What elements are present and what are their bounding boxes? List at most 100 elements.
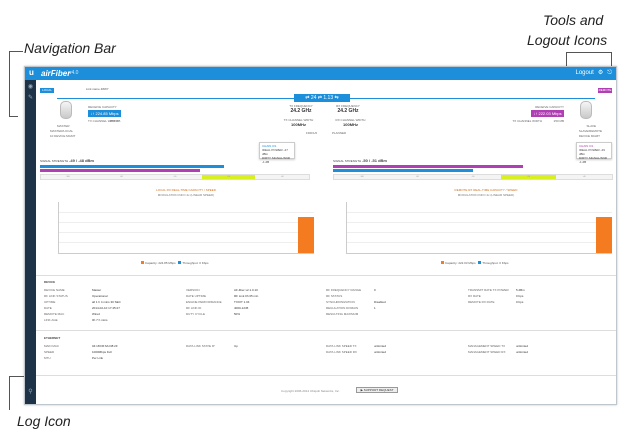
remote-signal-bar-1	[333, 165, 523, 168]
ethernet-field-label: DATA LINK SPEED TX	[326, 344, 357, 348]
ethernet-field-label: MAIN MAC	[44, 344, 59, 348]
remote-tx-label: TX CHANNEL WIDTH	[512, 119, 542, 123]
device-field: DUTY CYCLE 50%	[186, 312, 240, 316]
device-field-label: UPTIME	[44, 300, 56, 304]
device-field-value: Disabled	[374, 300, 386, 304]
ethernet-field: MTU Per Link	[44, 356, 103, 360]
ubiquiti-logo-icon[interactable]: u	[29, 69, 36, 77]
device-field-label: RX RATE	[468, 294, 481, 298]
logout-link[interactable]: Logout	[576, 69, 594, 77]
ethernet-field-value: unlimited	[374, 344, 387, 348]
tools-leader	[566, 52, 567, 66]
device-field: LINK AGE 0h 7 h mins	[44, 318, 108, 322]
device-field-label: DATE UPTIME	[186, 294, 206, 298]
tx-width: TX CHANNEL WIDTH 100MHz	[276, 118, 321, 127]
device-field: REMOTE RX RATE 0 bps	[468, 300, 523, 304]
firmware-version: v4.0	[69, 70, 79, 76]
popup-line: DIRTY SIGNAL/SNR -1 dB	[262, 156, 290, 164]
top-bar: u airFiber v4.0 Logout ⚙ ⎋	[25, 67, 616, 80]
remote-capacity-bar	[596, 217, 612, 253]
ethernet-field: DATA LINK STATE IP Up	[186, 344, 238, 348]
local-signal-label: SIGNAL STRENGTH	[40, 159, 69, 163]
settings-icon[interactable]: ✎	[27, 95, 34, 102]
device-field-value: 0	[374, 288, 376, 292]
scale-tick: -50	[201, 175, 256, 179]
device-field-value: 2014-02-10 17:45:27	[92, 306, 120, 310]
device-field: REMOTE MAC Wired	[44, 312, 100, 316]
device-field: ENGINE PERFORMANCE TX/OT 1.04	[186, 300, 249, 304]
ethernet-field-value: unlimited	[516, 350, 529, 354]
popup-line: IDEAL POWER -49 dBm	[579, 148, 605, 156]
remote-signal-bar-2	[333, 169, 473, 172]
device-field-label: REMOTE RX RATE	[468, 300, 495, 304]
legend-capacity: Capacity: 224.85 Mbps	[145, 261, 176, 265]
callout-tools-line2: Logout Icons	[527, 32, 608, 48]
local-capacity-value: ↓↑ 224.85 Mbps	[88, 110, 121, 117]
device-field: RF FREQUENCY RANGE 0	[326, 288, 376, 292]
device-field: REGULATION DOMAIN 1	[326, 306, 376, 310]
tools-leader-r	[611, 52, 612, 66]
local-ip-label: 10 DEVICE MGMT	[50, 134, 76, 138]
log-icon-leader	[9, 376, 10, 410]
local-tag: LOCAL	[40, 88, 54, 93]
device-field-value: Master	[92, 288, 102, 292]
remote-signal-popup: CHAIN 0/1 IDEAL POWER -49 dBm DIRTY SIGN…	[576, 142, 612, 164]
tools-icon[interactable]: ⚙	[598, 69, 603, 77]
scale-tick: -100	[359, 176, 364, 178]
ethernet-field-value: unlimited	[516, 344, 529, 348]
ethernet-field-value: 1000Mbps Full	[92, 350, 112, 354]
local-signal-popup: CHAIN 0/1 IDEAL POWER -47 dBm DIRTY SIGN…	[259, 142, 295, 164]
remote-mode: SLAVE	[586, 124, 596, 128]
ethernet-field-label: MANAGEMENT SPEED RX	[468, 350, 506, 354]
legend-throughput: Throughput: 0 Kbps	[182, 261, 209, 265]
scale-tick: -80	[415, 176, 419, 178]
rx-frequency-value: 24.2 GHz	[337, 108, 359, 114]
local-capacity-label: RECEIVE CAPACITY	[88, 105, 117, 109]
rx-width-value: 100MHz	[343, 122, 358, 127]
scale-tick: -60	[173, 176, 177, 178]
device-field-label: SYNCHRONIZATION	[326, 300, 355, 304]
device-field: UPTIME all 1 h 4 mins 30 SEC	[44, 300, 121, 304]
logout-icon[interactable]: ⎋	[607, 69, 612, 77]
tx-frequency-value: 24.2 GHz	[290, 108, 312, 114]
device-field-label: RF STATUS	[326, 294, 343, 298]
device-section-title: DEVICE	[44, 280, 56, 284]
device-field-label: DUTY CYCLE	[186, 312, 205, 316]
remote-ip-label: DEVICE MGMT	[578, 134, 600, 138]
device-field-label: RESULTING MAXIMUM	[326, 312, 359, 316]
tools-leader-h	[566, 52, 612, 53]
ethernet-field-value: unlimited	[374, 350, 387, 354]
log-icon[interactable]: ⚲	[27, 389, 34, 396]
support-request-button[interactable]: ▶ SUPPORT REQUEST	[356, 387, 398, 393]
device-field: VERSION AF-fiber v2.1.0.10	[186, 288, 258, 292]
divider	[36, 375, 616, 376]
local-signal-bar-2	[40, 169, 200, 172]
ethernet-field-label: SPEED	[44, 350, 55, 354]
device-field-label: ENGINE PERFORMANCE	[186, 300, 222, 304]
scale-tick: -40	[280, 176, 284, 178]
device-field: RX RATE 0 bps	[468, 294, 523, 298]
scale-tick: -100	[65, 176, 70, 178]
ethernet-field-value: Up	[234, 344, 238, 348]
device-field-value: Operational	[92, 294, 108, 298]
device-field: RF LINK STATUS Operational	[44, 294, 108, 298]
remote-tx-value: 250 MB	[553, 119, 564, 123]
duplex-label: FDD/1/0	[306, 131, 318, 135]
device-field-label: VERSION	[186, 288, 200, 292]
device-field: SYNCHRONIZATION Disabled	[326, 300, 386, 304]
dashboard-icon[interactable]: ◉	[27, 84, 34, 91]
device-field: RF LINK ID 4000-1245	[186, 306, 248, 310]
device-field-value: 1	[374, 306, 376, 310]
local-mode: MASTER	[57, 124, 70, 128]
legend-throughput: Throughput: 0 Kbps	[482, 261, 509, 265]
device-field-value: AF-fiber v2.1.0.10	[234, 288, 258, 292]
ethernet-field: MANAGEMENT SPEED RX unlimited	[468, 350, 528, 354]
device-field: DATE 2014-02-10 17:45:27	[44, 306, 120, 310]
remote-chart-subtitle: MODULATION INFO 4x (LINEAR SPEED)	[457, 193, 515, 197]
remote-signal-label: SIGNAL STRENGTH	[333, 159, 362, 163]
navigation-bar-bracket	[9, 51, 18, 117]
callout-tools-line1: Tools and	[543, 12, 604, 28]
scale-tick: -80	[119, 176, 123, 178]
remote-role: SLAVE/REMOTE	[578, 129, 602, 133]
device-field-label: REGULATION DOMAIN	[326, 306, 359, 310]
